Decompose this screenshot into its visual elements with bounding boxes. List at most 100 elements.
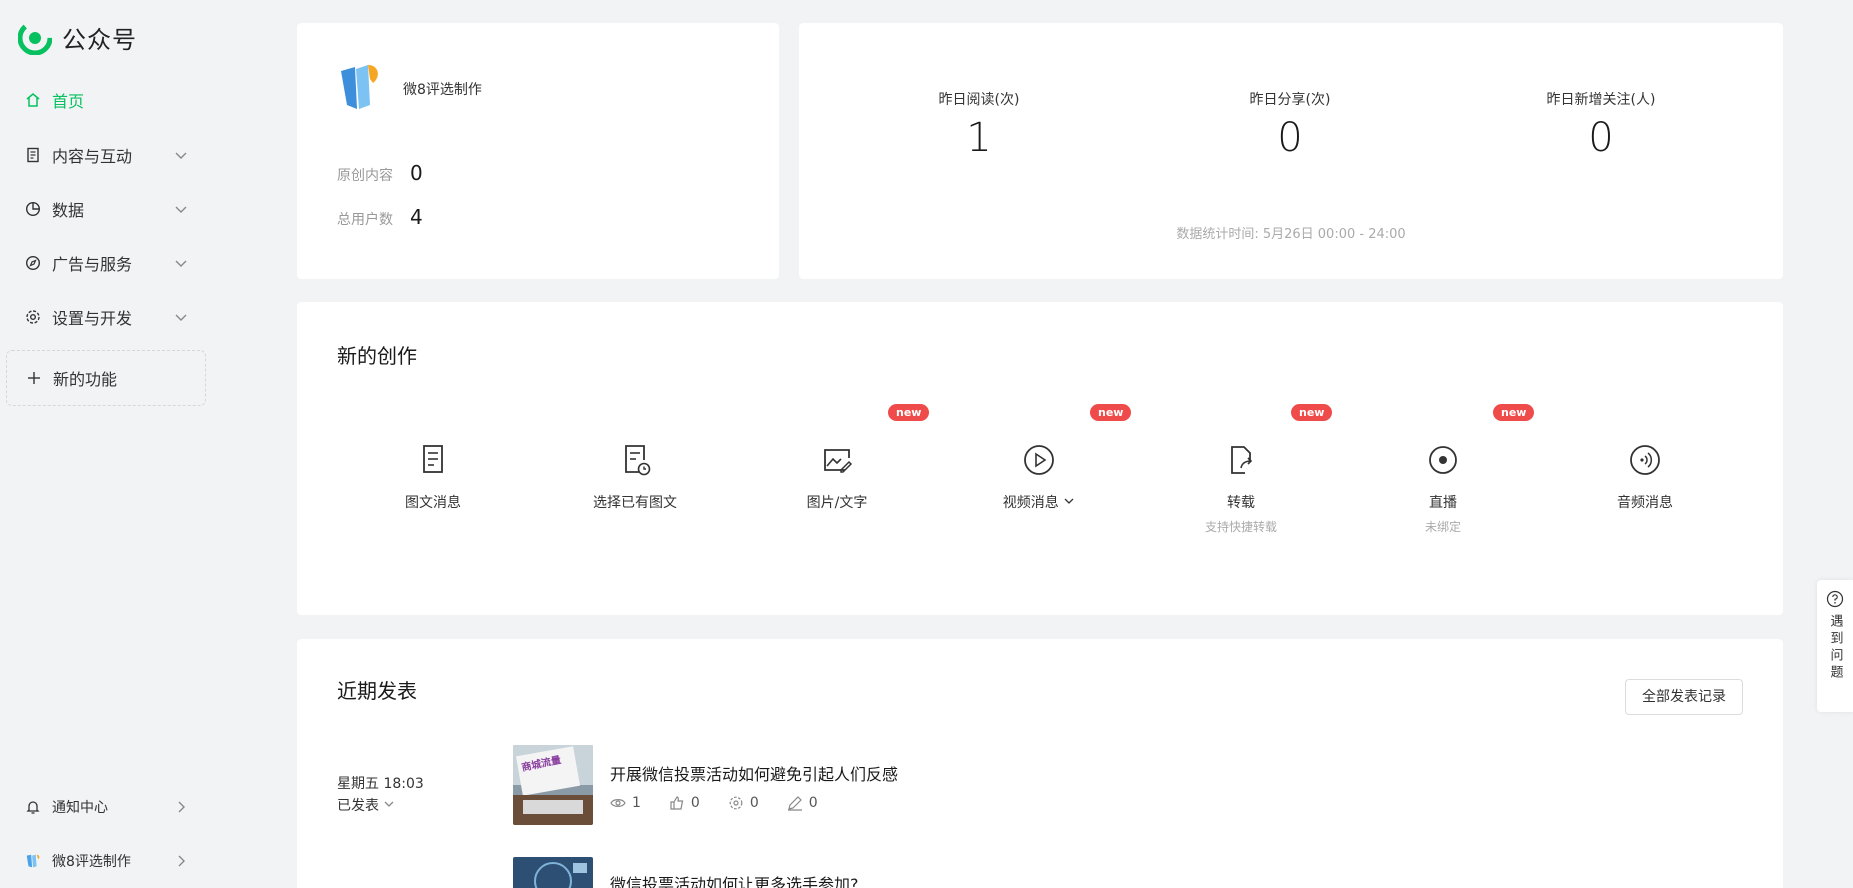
chevron-down-icon [175, 314, 187, 321]
new-badge: new [1493, 404, 1535, 421]
sidebar: 公众号 首页 内容与互动 数据 广告与服务 设置与开发 新的功能 通知中心 微8… [0, 0, 210, 888]
sidebar-item-label: 内容与互动 [52, 147, 133, 166]
shares-stat: 0 [728, 795, 759, 811]
new-badge: new [888, 404, 930, 421]
create-video-button[interactable]: 视频消息 [938, 440, 1140, 512]
share-gear-icon [729, 796, 743, 810]
post-date: 星期五 18:03 [337, 776, 424, 792]
pie-chart-icon [24, 200, 42, 218]
create-repost-button[interactable]: 转载 支持快捷转载 [1140, 440, 1342, 535]
post-title[interactable]: 微信投票活动如何让更多选手参加? [610, 871, 859, 888]
create-title: 新的创作 [337, 344, 417, 368]
new-badge: new [1090, 404, 1132, 421]
play-circle-icon [1024, 445, 1054, 475]
create-item-label: 图文消息 [405, 495, 461, 511]
question-icon [1826, 590, 1844, 608]
chevron-right-icon [178, 855, 185, 867]
comments-stat: 0 [787, 795, 818, 811]
chevron-down-icon [384, 801, 394, 807]
account-card: 微8评选制作 原创内容 0 总用户数 4 [297, 23, 779, 279]
chevron-down-icon [175, 152, 187, 159]
help-tab[interactable]: 遇到问题 [1817, 580, 1853, 712]
create-item-label: 图片/文字 [806, 495, 868, 511]
post-title[interactable]: 开展微信投票活动如何避免引起人们反感 [610, 761, 898, 785]
stats-card: 昨日阅读(次) 1 昨日分享(次) 0 昨日新增关注(人) 0 数据统计时间: … [799, 23, 1783, 279]
metric-label: 昨日分享(次) [1249, 92, 1331, 108]
audio-icon [1630, 445, 1660, 475]
recent-title: 近期发表 [337, 679, 417, 703]
total-users-label: 总用户数 [337, 212, 393, 228]
create-item-label: 直播 [1429, 495, 1457, 511]
metric-label: 昨日新增关注(人) [1546, 92, 1656, 108]
create-article-button[interactable]: 图文消息 [332, 440, 534, 512]
create-audio-button[interactable]: 音频消息 [1544, 440, 1746, 512]
select-existing-article-button[interactable]: 选择已有图文 [534, 440, 736, 512]
live-icon [1429, 446, 1457, 474]
thumbs-up-icon [670, 796, 684, 810]
eye-icon [610, 799, 626, 807]
sidebar-item-account[interactable]: 微8评选制作 [6, 839, 206, 883]
recent-card: 近期发表 全部发表记录 星期五 18:03 已发表 商城流量 开展微信投票活动如… [297, 639, 1783, 888]
post-row[interactable]: 星期五 18:03 已发表 商城流量 开展微信投票活动如何避免引起人们反感 1 … [297, 745, 1783, 835]
sidebar-item-label: 首页 [52, 92, 85, 111]
metric-label: 昨日阅读(次) [938, 92, 1020, 108]
sidebar-item-label: 通知中心 [52, 800, 108, 816]
metric-read: 昨日阅读(次) 1 [849, 89, 1109, 161]
metric-new-follow: 昨日新增关注(人) 0 [1471, 89, 1731, 161]
post-stats: 1 0 0 0 [610, 795, 818, 811]
chevron-down-icon [1064, 498, 1074, 504]
original-content-label: 原创内容 [337, 168, 393, 184]
post-status[interactable]: 已发表 [337, 795, 395, 815]
metric-value: 0 [1588, 115, 1614, 161]
sidebar-item-label: 设置与开发 [52, 309, 133, 328]
home-icon [24, 91, 42, 109]
article-clock-icon [625, 445, 651, 476]
post-row[interactable]: 微信投票活动如何让更多选手参加? [297, 857, 1783, 888]
create-live-button[interactable]: 直播 未绑定 [1342, 440, 1544, 535]
document-icon [24, 146, 42, 164]
total-users-value: 4 [410, 205, 423, 229]
create-item-sub: 支持快捷转载 [1204, 520, 1277, 534]
new-badge: new [1291, 404, 1333, 421]
chevron-down-icon [175, 260, 187, 267]
sidebar-item-settings[interactable]: 设置与开发 [6, 295, 206, 339]
gear-icon [24, 308, 42, 326]
wechat-mp-logo-icon [18, 20, 52, 55]
sidebar-item-label: 广告与服务 [52, 255, 133, 274]
chevron-down-icon [175, 206, 187, 213]
metric-share: 昨日分享(次) 0 [1160, 89, 1420, 161]
account-name: 微8评选制作 [403, 82, 482, 98]
repost-icon [1231, 446, 1253, 474]
post-thumbnail[interactable]: 商城流量 [513, 745, 593, 825]
metric-value: 0 [1277, 115, 1303, 161]
image-edit-icon [824, 449, 853, 473]
create-image-text-button[interactable]: 图片/文字 [736, 440, 938, 512]
bell-icon [24, 798, 42, 816]
create-item-label: 转载 [1227, 495, 1255, 511]
compass-icon [24, 254, 42, 272]
sidebar-item-label: 新的功能 [53, 370, 118, 389]
likes-stat: 0 [669, 795, 700, 811]
create-item-label: 视频消息 [938, 492, 1140, 512]
brand-title: 公众号 [62, 26, 137, 54]
sidebar-item-label: 数据 [52, 201, 85, 220]
chevron-right-icon [178, 801, 185, 813]
create-item-label: 音频消息 [1617, 495, 1673, 511]
pen-icon [787, 796, 802, 811]
sidebar-item-home[interactable]: 首页 [6, 78, 206, 122]
sidebar-item-data[interactable]: 数据 [6, 187, 206, 231]
post-thumbnail[interactable] [513, 857, 593, 888]
article-icon [423, 445, 443, 473]
all-posts-button[interactable]: 全部发表记录 [1625, 679, 1743, 715]
metric-value: 1 [966, 115, 992, 161]
brand[interactable]: 公众号 [18, 20, 137, 55]
sidebar-item-content[interactable]: 内容与互动 [6, 133, 206, 177]
sidebar-item-label: 微8评选制作 [52, 854, 131, 870]
sidebar-item-notice[interactable]: 通知中心 [6, 785, 206, 829]
account-logo [341, 65, 378, 109]
original-content-value: 0 [410, 161, 423, 185]
plus-icon [25, 369, 43, 387]
sidebar-item-new-feature[interactable]: 新的功能 [6, 350, 206, 406]
sidebar-item-ads[interactable]: 广告与服务 [6, 241, 206, 285]
account-avatar [24, 852, 42, 870]
